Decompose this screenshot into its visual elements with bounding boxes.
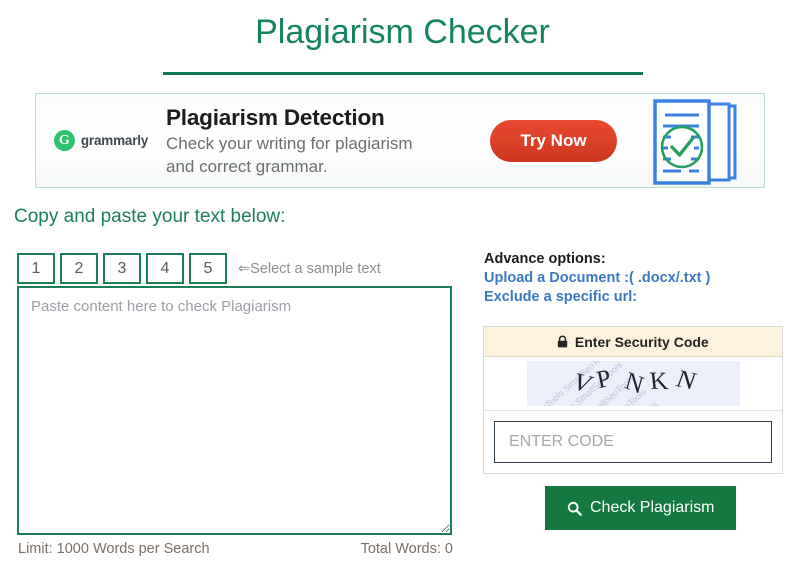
ad-subline-2: and correct grammar. — [166, 156, 328, 176]
search-icon — [567, 501, 582, 516]
ad-copy: Plagiarism Detection Check your writing … — [166, 104, 466, 178]
check-plagiarism-label: Check Plagiarism — [590, 499, 715, 516]
sample-button-2[interactable]: 2 — [60, 253, 98, 284]
security-panel-header: Enter Security Code — [484, 327, 782, 357]
security-panel-header-label: Enter Security Code — [574, 334, 709, 350]
editor-footer: Limit: 1000 Words per Search Total Words… — [18, 541, 453, 557]
captcha-image: SmallSeoTools SmallSeoTools SmallSeoTool… — [526, 361, 740, 406]
grammarly-g-icon — [53, 130, 75, 151]
ad-headline: Plagiarism Detection — [166, 104, 385, 130]
grammarly-wordmark: grammarly — [80, 133, 149, 148]
word-limit-label: Limit: 1000 Words per Search — [18, 541, 210, 557]
captcha-char-5: N — [672, 365, 700, 395]
captcha-char-4: K — [648, 367, 670, 396]
exclude-url-link[interactable]: Exclude a specific url: — [484, 288, 784, 307]
upload-document-link[interactable]: Upload a Document :( .docx/.txt ) — [484, 269, 784, 288]
document-check-icon — [641, 94, 761, 187]
advance-options: Advance options: Upload a Document :( .d… — [484, 250, 784, 307]
left-arrow-icon: ⇐ — [238, 260, 251, 277]
sample-text-buttons: 1 2 3 4 5 ⇐Select a sample text — [17, 253, 381, 284]
sample-hint-text: Select a sample text — [250, 260, 381, 277]
total-words-label: Total Words: 0 — [360, 541, 453, 557]
ad-subline-1: Check your writing for plagiarism — [166, 133, 413, 153]
sample-button-4[interactable]: 4 — [146, 253, 184, 284]
advance-options-title: Advance options: — [484, 251, 606, 267]
sample-button-5[interactable]: 5 — [189, 253, 227, 284]
try-now-button[interactable]: Try Now — [490, 119, 617, 162]
security-code-input[interactable] — [494, 421, 772, 463]
check-plagiarism-button[interactable]: Check Plagiarism — [545, 486, 737, 530]
page-title: Plagiarism Checker — [255, 13, 550, 51]
captcha-char-2: P — [594, 364, 614, 394]
sample-button-1[interactable]: 1 — [17, 253, 55, 284]
grammarly-ad-banner[interactable]: grammarly Plagiarism Detection Check you… — [35, 93, 765, 188]
title-underline-rule — [162, 72, 643, 75]
ad-cta-wrap: Try Now — [466, 119, 641, 162]
plagiarism-text-input[interactable] — [17, 286, 452, 535]
security-code-panel: Enter Security Code SmallSeoTools SmallS… — [483, 326, 783, 474]
captcha-char-3: N — [621, 366, 647, 400]
lock-icon — [557, 335, 572, 350]
captcha-char-1: V — [567, 368, 597, 398]
captcha-characters: V P N K N — [527, 361, 740, 406]
grammarly-logo: grammarly — [36, 130, 166, 151]
sample-button-3[interactable]: 3 — [103, 253, 141, 284]
editor-section-label: Copy and paste your text below: — [14, 206, 286, 227]
captcha-row: SmallSeoTools SmallSeoTools SmallSeoTool… — [484, 357, 782, 411]
code-input-row — [484, 411, 782, 473]
sample-hint-label: ⇐Select a sample text — [238, 261, 381, 277]
